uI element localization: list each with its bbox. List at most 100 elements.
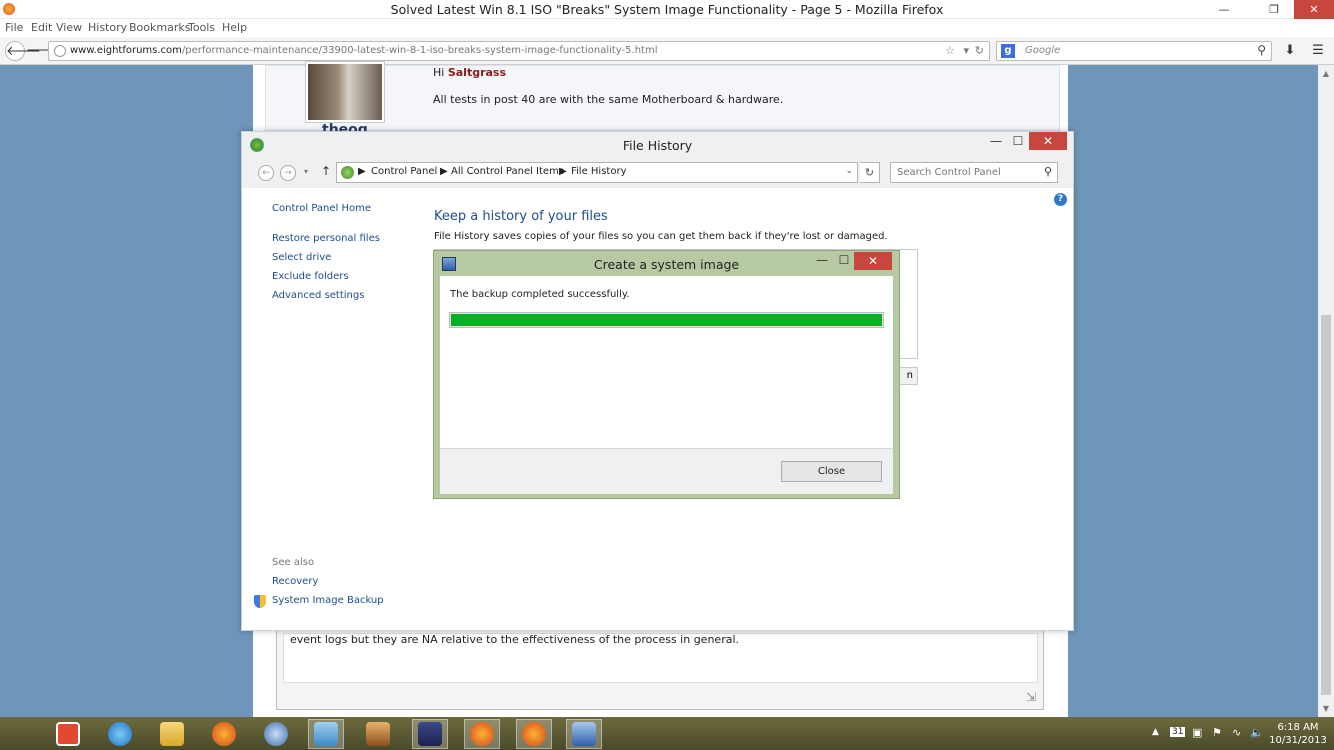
help-icon[interactable]: ?	[1054, 193, 1067, 206]
system-image-icon	[572, 722, 596, 746]
up-arrow-icon[interactable]: ↑	[321, 164, 331, 178]
file-history-title: File History	[622, 138, 693, 153]
control-panel-icon	[314, 722, 338, 746]
menu-history[interactable]: History	[88, 21, 127, 34]
scroll-down-icon[interactable]: ▼	[1318, 704, 1334, 713]
flag-icon[interactable]: ⚑	[1212, 726, 1222, 739]
breadcrumb-file-history[interactable]: File History	[571, 166, 627, 177]
clock-date: 10/31/2013	[1269, 735, 1327, 746]
taskbar-ie[interactable]	[102, 719, 138, 749]
download-icon[interactable]: ⬇	[1280, 41, 1300, 61]
tray-expand-icon[interactable]: ▲	[1152, 727, 1159, 737]
see-also-system-image-backup[interactable]: System Image Backup	[272, 595, 384, 606]
dialog-titlebar: Create a system image — ☐ ✕	[434, 251, 899, 276]
control-panel-icon	[341, 166, 354, 179]
restore-button[interactable]: ❐	[1260, 0, 1288, 19]
firefox-icon	[212, 722, 236, 746]
see-also-recovery[interactable]: Recovery	[272, 576, 318, 587]
menu-edit[interactable]: Edit	[31, 21, 52, 34]
dialog-body: The backup completed successfully. Close	[440, 276, 893, 494]
reload-icon[interactable]: ↻	[975, 44, 984, 57]
close-button[interactable]: Close	[781, 461, 882, 482]
file-explorer-icon	[160, 722, 184, 746]
menu-tools[interactable]: Tools	[188, 21, 215, 34]
taskbar-explorer[interactable]	[154, 719, 190, 749]
network-icon[interactable]: ▣	[1192, 726, 1202, 739]
menu-view[interactable]: View	[56, 21, 82, 34]
forward-arrow-icon[interactable]: →	[280, 165, 296, 181]
dialog-maximize-button[interactable]: ☐	[833, 253, 855, 267]
file-history-titlebar: File History — ☐ ✕	[242, 132, 1073, 158]
menu-bookmarks[interactable]: Bookmarks	[129, 21, 190, 34]
recent-dropdown-icon[interactable]: ▾	[304, 167, 308, 176]
page-heading: Keep a history of your files	[434, 209, 608, 224]
nav-advanced-settings[interactable]: Advanced settings	[272, 290, 364, 301]
control-panel-search[interactable]: Search Control Panel ⚲	[890, 162, 1058, 183]
taskbar-firefox-2[interactable]	[464, 719, 500, 749]
taskbar-winamp[interactable]	[412, 719, 448, 749]
forward-button[interactable]: 🡒	[26, 41, 61, 61]
see-also-label: See also	[272, 557, 315, 568]
clock[interactable]: 6:18 AM 10/31/2013	[1266, 721, 1330, 747]
search-bar[interactable]: g Google ⚲	[996, 41, 1272, 61]
scrollbar-thumb[interactable]	[1321, 315, 1331, 695]
browser-title: Solved Latest Win 8.1 ISO "Breaks" Syste…	[390, 2, 944, 17]
winamp-icon	[418, 722, 442, 746]
url-bar[interactable]: www.eightforums.com/performance-maintena…	[48, 41, 990, 61]
breadcrumb-all-items[interactable]: All Control Panel Items	[451, 166, 564, 177]
menu-bar: File Edit View History Bookmarks Tools H…	[0, 19, 1334, 37]
breadcrumb[interactable]: ▶ Control Panel ▶ All Control Panel Item…	[336, 162, 858, 183]
user-avatar[interactable]	[305, 61, 385, 123]
page-scrollbar[interactable]: ▲ ▼	[1318, 65, 1334, 717]
system-image-dialog: Create a system image — ☐ ✕ The backup c…	[433, 250, 900, 499]
back-arrow-icon[interactable]: ←	[258, 165, 274, 181]
wifi-icon[interactable]: ∿	[1232, 726, 1241, 739]
menu-help[interactable]: Help	[222, 21, 247, 34]
close-button[interactable]: ✕	[1294, 0, 1334, 19]
clock-time: 6:18 AM	[1277, 722, 1319, 733]
dropdown-icon[interactable]: ▾	[963, 44, 969, 57]
search-icon[interactable]: ⚲	[1044, 165, 1052, 178]
taskbar-firefox-3[interactable]	[516, 719, 552, 749]
back-button[interactable]: 🡐	[5, 41, 41, 61]
taskbar-system-image[interactable]	[566, 719, 602, 749]
nav-select-drive[interactable]: Select drive	[272, 252, 331, 263]
fh-minimize-button[interactable]: —	[985, 134, 1007, 148]
greeting-name[interactable]: Saltgrass	[448, 66, 506, 79]
taskbar-firefox[interactable]	[206, 719, 242, 749]
nav-exclude-folders[interactable]: Exclude folders	[272, 271, 349, 282]
taskbar-thunderbird[interactable]	[258, 719, 294, 749]
google-icon[interactable]: g	[1001, 44, 1015, 58]
search-placeholder: Google	[1025, 45, 1061, 56]
backup-status-message: The backup completed successfully.	[450, 289, 630, 300]
browser-titlebar: Solved Latest Win 8.1 ISO "Breaks" Syste…	[0, 0, 1334, 19]
dialog-close-button[interactable]: ✕	[854, 252, 892, 270]
volume-icon[interactable]: 🔈	[1250, 726, 1264, 739]
address-dropdown-icon[interactable]: ⌄	[845, 166, 853, 176]
refresh-button[interactable]: ↻	[860, 162, 880, 183]
thunderbird-icon	[264, 722, 288, 746]
menu-file[interactable]: File	[5, 21, 23, 34]
breadcrumb-control-panel[interactable]: Control Panel	[371, 166, 437, 177]
tray-calendar-icon[interactable]: 31	[1170, 727, 1186, 737]
fh-maximize-button[interactable]: ☐	[1007, 134, 1029, 148]
page-description: File History saves copies of your files …	[434, 231, 888, 242]
menu-icon[interactable]: ☰	[1308, 41, 1328, 61]
taskbar-control-panel[interactable]	[308, 719, 344, 749]
taskbar-app[interactable]	[360, 719, 396, 749]
minimize-button[interactable]: —	[1210, 0, 1238, 19]
search-icon[interactable]: ⚲	[1257, 43, 1266, 57]
fh-close-button[interactable]: ✕	[1029, 132, 1067, 150]
taskbar: ▲ 31 ▣ ⚑ ∿ 🔈 6:18 AM 10/31/2013	[0, 717, 1334, 750]
resize-grip-icon[interactable]: ⇲	[1026, 690, 1036, 704]
nav-restore-personal-files[interactable]: Restore personal files	[272, 233, 380, 244]
firefox-icon	[522, 722, 546, 746]
scroll-up-icon[interactable]: ▲	[1318, 69, 1334, 78]
bookmark-star-icon[interactable]: ☆	[945, 44, 955, 57]
dialog-minimize-button[interactable]: —	[811, 253, 833, 267]
nav-control-panel-home[interactable]: Control Panel Home	[272, 203, 371, 214]
globe-icon	[54, 45, 66, 57]
dialog-footer: Close	[440, 448, 893, 494]
taskbar-start[interactable]	[50, 719, 86, 749]
cp-search-placeholder: Search Control Panel	[897, 167, 1001, 178]
